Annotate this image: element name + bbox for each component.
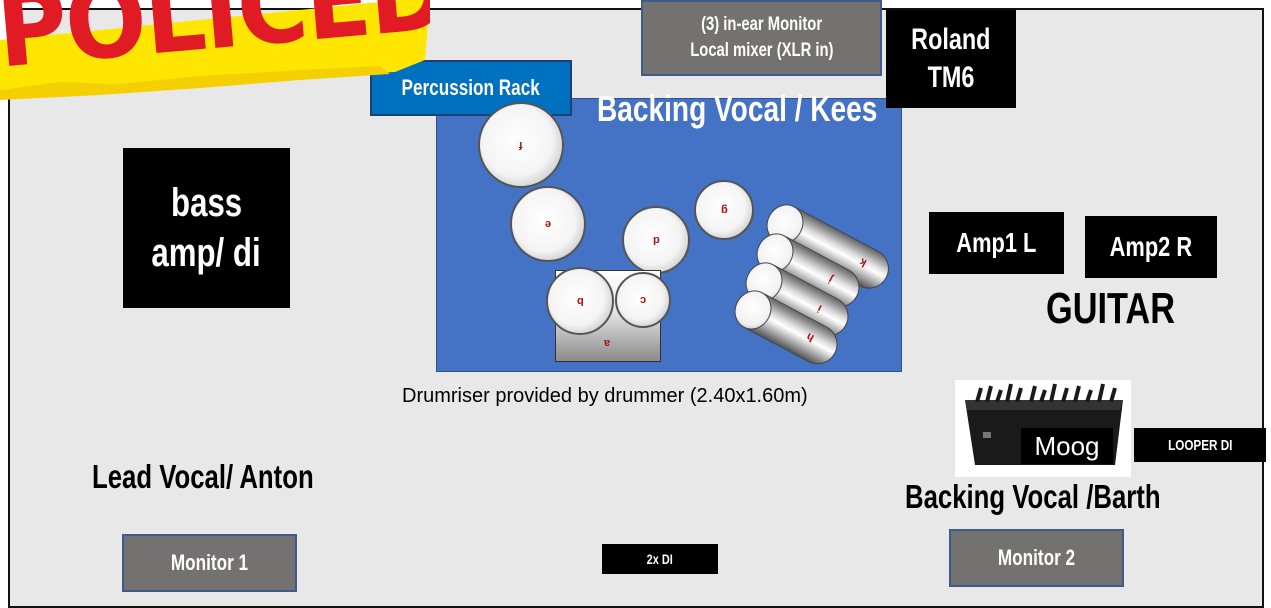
monitor-1: Monitor 1 <box>122 534 297 592</box>
moog-keyboard: Moog <box>955 380 1131 477</box>
monitor-mixer-line1: (3) in-ear Monitor <box>700 14 823 35</box>
two-x-di: 2x DI <box>602 544 718 574</box>
backing-vocal-kees-label: Backing Vocal / Kees <box>597 88 878 129</box>
lead-vocal-label: Lead Vocal/ Anton <box>92 458 314 495</box>
bass-line2: amp/ di <box>151 231 262 275</box>
monitor-2: Monitor 2 <box>949 529 1124 587</box>
moog-label-box: Moog <box>1021 428 1113 464</box>
amp2-right: Amp2 R <box>1085 216 1217 278</box>
roland-line1: Roland <box>911 23 991 56</box>
bass-line1: bass <box>170 181 243 225</box>
drum-b: b <box>546 267 614 335</box>
policed-stamp: POLICED <box>0 0 430 100</box>
guitar-label: GUITAR <box>1046 284 1176 333</box>
roland-tm6: Roland TM6 <box>886 10 1016 108</box>
roland-line2: TM6 <box>927 61 975 94</box>
monitor-mixer-line2: Local mixer (XLR in) <box>689 40 834 61</box>
drum-c: c <box>615 272 671 328</box>
amp1-left: Amp1 L <box>929 212 1064 274</box>
drum-g: g <box>694 180 754 240</box>
drum-f: f <box>478 102 564 188</box>
drum-d: d <box>622 206 690 274</box>
drum-e: e <box>510 186 586 262</box>
bass-amp-di: bass amp/ di <box>123 148 290 308</box>
looper-di: LOOPER DI <box>1134 428 1266 462</box>
backing-vocal-barth-label: Backing Vocal /Barth <box>905 478 1161 515</box>
drumriser-caption: Drumriser provided by drummer (2.40x1.60… <box>402 385 808 407</box>
in-ear-monitor-mixer: (3) in-ear Monitor Local mixer (XLR in) <box>641 0 882 76</box>
